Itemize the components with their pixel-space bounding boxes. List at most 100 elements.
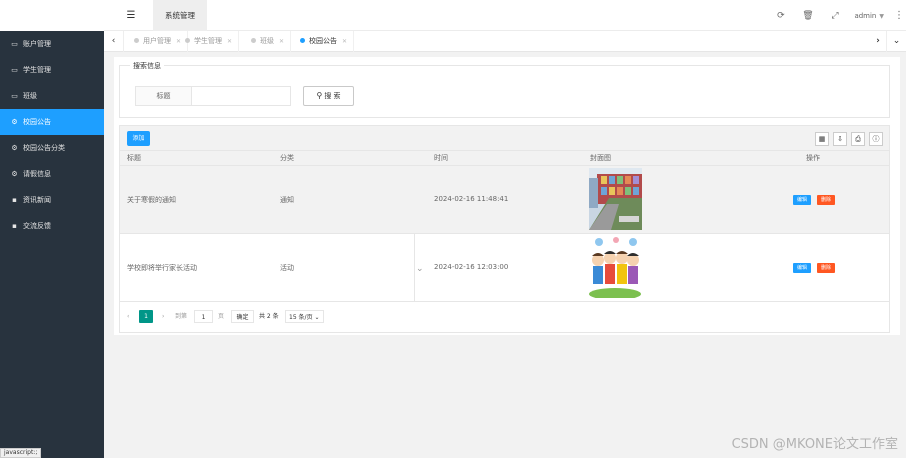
tab-students[interactable]: 学生管理 ✕ — [175, 31, 240, 52]
window-icon: ▭ — [11, 92, 18, 100]
column-divider — [414, 234, 415, 302]
search-field-label: 标题 — [135, 86, 192, 106]
sidebar-item-feedback[interactable]: ▪ 交流反馈 — [0, 213, 104, 239]
row-title: 关于寒假的通知 — [127, 196, 176, 204]
data-table: 添加 ▦ ⇩ ⎙ ⓘ 标题 分类 时间 封面图 操作 关于寒假的通知 通知 20… — [119, 125, 890, 333]
sidebar-item-announcement-categories[interactable]: ⚙ 校园公告分类 — [0, 135, 104, 161]
tab-label: 学生管理 — [194, 37, 222, 45]
page-current[interactable]: 1 — [139, 310, 153, 323]
sidebar-item-students[interactable]: ▭ 学生管理 — [0, 57, 104, 83]
columns-icon[interactable]: ▦ — [815, 132, 829, 146]
chevron-down-icon[interactable]: ⌄ — [416, 264, 424, 274]
tab-announcements[interactable]: 校园公告 ✕ — [290, 31, 355, 52]
search-icon: ⚲ — [316, 91, 323, 100]
page-unit-label: 页 — [218, 313, 225, 320]
row-time: 2024-02-16 11:48:41 — [434, 195, 509, 203]
search-fieldset: 搜索信息 标题 ⚲ 搜 索 — [119, 61, 890, 118]
trash-icon[interactable]: 🗑 — [794, 11, 821, 21]
info-icon[interactable]: ⓘ — [869, 132, 883, 146]
sidebar-item-label: 账户管理 — [23, 40, 51, 48]
total-count: 共 2 条 — [259, 313, 279, 320]
row-time: 2024-02-16 12:03:00 — [434, 263, 509, 271]
chevron-down-icon: ▼ — [879, 12, 884, 20]
user-menu[interactable]: admin ▼ — [848, 12, 892, 20]
watermark: CSDN @MKONE论文工作室 — [731, 437, 898, 452]
cover-image — [589, 236, 642, 298]
toolbar-icons: ▦ ⇩ ⎙ ⓘ — [811, 132, 883, 146]
file-icon: ▪ — [12, 222, 17, 230]
sidebar-item-classes[interactable]: ▭ 班级 — [0, 83, 104, 109]
header-actions: ⟳ 🗑 ⤢ admin ▼ ⋮ — [767, 0, 906, 31]
close-icon[interactable]: ✕ — [227, 38, 232, 45]
page-size-value: 15 条/页 — [289, 314, 313, 321]
sidebar-item-label: 校园公告分类 — [23, 144, 65, 152]
sidebar-item-label: 交流反馈 — [23, 222, 51, 230]
close-icon[interactable]: ✕ — [342, 38, 347, 45]
sidebar-item-accounts[interactable]: ▭ 账户管理 — [0, 31, 104, 57]
search-legend: 搜索信息 — [130, 61, 164, 71]
row-category: 通知 — [280, 196, 294, 204]
column-header-time[interactable]: 时间 — [434, 151, 448, 166]
add-button[interactable]: 添加 — [127, 131, 150, 146]
column-header-actions[interactable]: 操作 — [806, 151, 820, 166]
search-button[interactable]: ⚲ 搜 索 — [303, 86, 354, 106]
table-toolbar: 添加 ▦ ⇩ ⎙ ⓘ — [120, 126, 889, 151]
title-search-input[interactable] — [191, 86, 291, 106]
export-icon[interactable]: ⇩ — [833, 132, 847, 146]
pagination: ‹ 1 › 到第 1 页 确定 共 2 条 15 条/页 ⌄ — [120, 303, 889, 331]
logo-area — [0, 0, 104, 31]
goto-page-input[interactable]: 1 — [194, 310, 213, 323]
row-category: 活动 — [280, 264, 294, 272]
table-row[interactable]: ⌄ 学校即将举行家长活动 活动 2024-02-16 12:03:00 编辑 删… — [120, 234, 889, 302]
column-header-title[interactable]: 标题 — [127, 151, 141, 166]
list-icon[interactable]: ☰ — [124, 9, 138, 23]
sidebar-item-label: 校园公告 — [23, 118, 51, 126]
gears-icon: ⚙ — [11, 170, 18, 178]
gears-icon: ⚙ — [11, 118, 18, 126]
tab-dot — [134, 37, 139, 43]
tab-label: 校园公告 — [309, 37, 337, 45]
close-icon[interactable]: ✕ — [279, 38, 284, 45]
table-header: 标题 分类 时间 封面图 操作 — [120, 151, 889, 166]
edit-button[interactable]: 编辑 — [793, 195, 811, 205]
edit-button[interactable]: 编辑 — [793, 263, 811, 273]
chevron-down-icon[interactable]: ⌄ — [886, 31, 906, 52]
table-row[interactable]: 关于寒假的通知 通知 2024-02-16 11:48:41 编辑 删除 — [120, 166, 889, 234]
tab-dot — [300, 37, 305, 43]
sidebar-item-leave[interactable]: ⚙ 请假信息 — [0, 161, 104, 187]
delete-button[interactable]: 删除 — [817, 195, 835, 205]
goto-label: 到第 — [175, 313, 188, 320]
gears-icon: ⚙ — [11, 144, 18, 152]
prev-page-icon[interactable]: ‹ — [127, 310, 129, 323]
sidebar-item-label: 学生管理 — [23, 66, 51, 74]
cover-image — [589, 168, 642, 230]
fullscreen-icon[interactable]: ⤢ — [821, 11, 848, 21]
top-header: ☰ 系统管理 ⟳ 🗑 ⤢ admin ▼ ⋮ — [0, 0, 906, 31]
goto-confirm-button[interactable]: 确定 — [231, 310, 254, 323]
print-icon[interactable]: ⎙ — [851, 132, 865, 146]
sidebar-item-announcements[interactable]: ⚙ 校园公告 — [0, 109, 104, 135]
sidebar-item-label: 请假信息 — [23, 170, 51, 178]
column-header-cover[interactable]: 封面图 — [590, 151, 611, 166]
row-title: 学校即将举行家长活动 — [127, 264, 197, 272]
page-size-select[interactable]: 15 条/页 ⌄ — [285, 310, 324, 323]
sidebar-item-news[interactable]: ▪ 资讯新闻 — [0, 187, 104, 213]
chevron-left-icon[interactable]: ‹ — [104, 31, 124, 52]
sidebar-item-label: 资讯新闻 — [23, 196, 51, 204]
delete-button[interactable]: 删除 — [817, 263, 835, 273]
refresh-icon[interactable]: ⟳ — [767, 11, 794, 21]
status-bar: javascript:; — [0, 448, 42, 458]
chevron-down-icon: ⌄ — [314, 314, 320, 321]
top-menu-system[interactable]: 系统管理 — [153, 0, 207, 31]
tab-classes[interactable]: 班级 ✕ — [241, 31, 292, 52]
main-panel: 搜索信息 标题 ⚲ 搜 索 添加 ▦ ⇩ ⎙ ⓘ 标题 分类 时间 封面图 操作 … — [114, 57, 900, 335]
column-header-category[interactable]: 分类 — [280, 151, 294, 166]
search-button-label: 搜 索 — [324, 92, 341, 100]
chevron-right-icon[interactable]: › — [868, 31, 888, 52]
tab-dot — [185, 37, 190, 43]
sidebar-item-label: 班级 — [23, 92, 37, 100]
tab-label: 班级 — [260, 37, 274, 45]
more-vertical-icon[interactable]: ⋮ — [892, 10, 906, 21]
next-page-icon[interactable]: › — [162, 310, 164, 323]
window-icon: ▭ — [11, 66, 18, 74]
